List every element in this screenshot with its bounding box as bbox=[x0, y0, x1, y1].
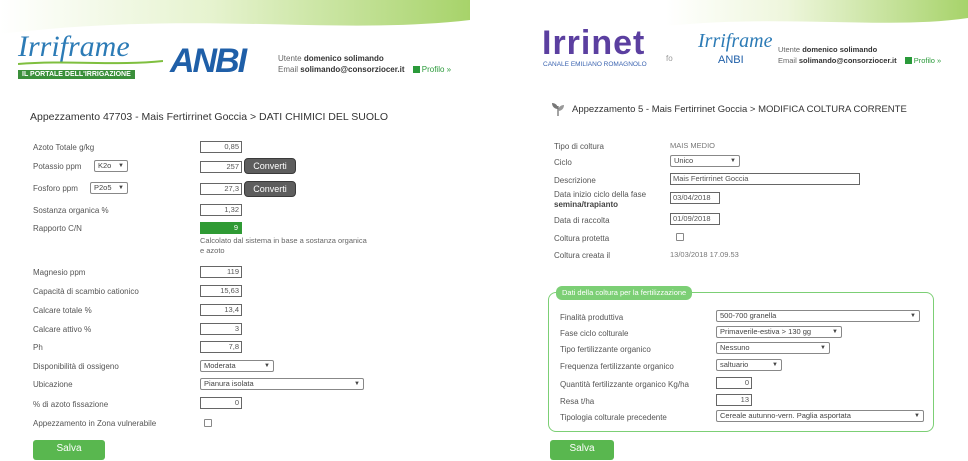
quantita-input[interactable]: 0 bbox=[716, 377, 752, 389]
user-name: domenico solimando bbox=[802, 45, 878, 54]
tipo-coltura-label: Tipo di coltura bbox=[554, 142, 604, 151]
save-button[interactable]: Salva bbox=[550, 440, 614, 460]
ossigeno-select[interactable]: Moderata ▼ bbox=[200, 360, 274, 372]
ubicazione-select[interactable]: Pianura isolata ▼ bbox=[200, 378, 364, 390]
chevron-down-icon: ▼ bbox=[914, 413, 920, 419]
page-title: Appezzamento 47703 - Mais Fertirrinet Go… bbox=[30, 111, 388, 123]
potassio-label: Potassio ppm bbox=[33, 162, 82, 171]
right-screen: Irrinet CANALE EMILIANO ROMAGNOLO fo Irr… bbox=[486, 0, 968, 461]
magnesio-input[interactable]: 119 bbox=[200, 266, 242, 278]
capacita-input[interactable]: 15,63 bbox=[200, 285, 242, 297]
fosforo-label: Fosforo ppm bbox=[33, 184, 78, 193]
logo-swoosh bbox=[18, 60, 163, 65]
potassio-input[interactable]: 257 bbox=[200, 161, 242, 173]
data-inizio-sublabel: semina/trapianto bbox=[554, 200, 619, 209]
chevron-down-icon: ▼ bbox=[772, 362, 778, 368]
tipo-coltura-value: MAIS MEDIO bbox=[670, 141, 716, 150]
finalita-select[interactable]: 500-700 granella ▼ bbox=[716, 310, 920, 322]
frequenza-label: Frequenza fertilizzante organico bbox=[560, 362, 674, 371]
descrizione-label: Descrizione bbox=[554, 176, 596, 185]
irriframe-logo: Irriframe bbox=[698, 30, 773, 52]
fosforo-input[interactable]: 27,3 bbox=[200, 183, 242, 195]
resa-label: Resa t/ha bbox=[560, 397, 595, 406]
user-info: Utente domenico solimando Email solimand… bbox=[778, 45, 942, 65]
irriframe-logo: Irriframe bbox=[18, 30, 130, 63]
irrinet-logo: Irrinet bbox=[542, 24, 646, 62]
calcare-totale-input[interactable]: 13,4 bbox=[200, 304, 242, 316]
data-raccolta-input[interactable]: 01/09/2018 bbox=[670, 213, 720, 225]
converti-potassio-button[interactable]: Converti bbox=[244, 158, 296, 174]
ciclo-label: Ciclo bbox=[554, 158, 572, 167]
profile-link[interactable]: Profilo » bbox=[904, 56, 941, 65]
left-screen: Irriframe IL PORTALE DELL'IRRIGAZIONE AN… bbox=[0, 0, 470, 461]
chevron-down-icon: ▼ bbox=[264, 363, 270, 369]
fase-select[interactable]: Primaverile-estiva > 130 gg ▼ bbox=[716, 326, 842, 338]
page-title: Appezzamento 5 - Mais Fertirrinet Goccia… bbox=[572, 104, 907, 115]
zona-vulnerabile-checkbox[interactable] bbox=[204, 419, 212, 427]
anbi-logo: ANBI bbox=[170, 42, 247, 80]
user-email: solimando@consorziocer.it bbox=[798, 56, 897, 65]
chevron-down-icon: ▼ bbox=[730, 158, 736, 164]
rapporto-label: Rapporto C/N bbox=[33, 224, 82, 233]
capacita-label: Capacità di scambio cationico bbox=[33, 287, 139, 296]
chevron-down-icon: ▼ bbox=[820, 345, 826, 351]
profile-icon bbox=[412, 66, 420, 73]
coltura-creata-value: 13/03/2018 17.09.53 bbox=[670, 250, 739, 259]
user-email: solimando@consorziocer.it bbox=[300, 65, 405, 74]
leaf-icon bbox=[552, 103, 564, 116]
ph-input[interactable]: 7,8 bbox=[200, 341, 242, 353]
ossigeno-label: Disponibilità di ossigeno bbox=[33, 362, 119, 371]
chevron-down-icon: ▼ bbox=[354, 381, 360, 387]
logo-tagline: IL PORTALE DELL'IRRIGAZIONE bbox=[18, 70, 135, 79]
ph-label: Ph bbox=[33, 343, 43, 352]
by-text: fo bbox=[666, 54, 673, 63]
sostanza-label: Sostanza organica % bbox=[33, 206, 109, 215]
azoto-fissazione-label: % di azoto fissazione bbox=[33, 400, 109, 409]
chevron-down-icon: ▼ bbox=[118, 185, 124, 191]
data-inizio-input[interactable]: 03/04/2018 bbox=[670, 192, 720, 204]
tipologia-label: Tipologia colturale precedente bbox=[560, 413, 667, 422]
chevron-down-icon: ▼ bbox=[118, 163, 124, 169]
converti-fosforo-button[interactable]: Converti bbox=[244, 181, 296, 197]
save-button[interactable]: Salva bbox=[33, 440, 105, 460]
rapporto-value-bar: 9 bbox=[200, 222, 242, 234]
fertilizzazione-legend: Dati della coltura per la fertilizzazion… bbox=[556, 286, 693, 300]
azoto-input[interactable]: 0,85 bbox=[200, 141, 242, 153]
fase-label: Fase ciclo colturale bbox=[560, 329, 629, 338]
user-info: Utente domenico solimando Email solimand… bbox=[278, 54, 452, 74]
user-name: domenico solimando bbox=[303, 54, 384, 63]
quantita-label: Quantità fertilizzante organico Kg/ha bbox=[560, 380, 689, 389]
fosforo-unit-select[interactable]: P2o5 ▼ bbox=[90, 182, 128, 194]
descrizione-input[interactable]: Mais Fertirrinet Goccia bbox=[670, 173, 860, 185]
azoto-fissazione-input[interactable]: 0 bbox=[200, 397, 242, 409]
profile-link[interactable]: Profilo » bbox=[412, 65, 451, 74]
magnesio-label: Magnesio ppm bbox=[33, 268, 86, 277]
ubicazione-label: Ubicazione bbox=[33, 380, 73, 389]
chevron-down-icon: ▼ bbox=[832, 329, 838, 335]
data-raccolta-label: Data di raccolta bbox=[554, 216, 610, 225]
frequenza-select[interactable]: saltuario ▼ bbox=[716, 359, 782, 371]
coltura-protetta-label: Coltura protetta bbox=[554, 234, 610, 243]
irrinet-tagline: CANALE EMILIANO ROMAGNOLO bbox=[543, 61, 647, 68]
calcare-attivo-input[interactable]: 3 bbox=[200, 323, 242, 335]
tipo-fertilizzante-label: Tipo fertilizzante organico bbox=[560, 345, 651, 354]
rapporto-note: Calcolato dal sistema in base a sostanza… bbox=[200, 236, 367, 255]
tipo-fertilizzante-select[interactable]: Nessuno ▼ bbox=[716, 342, 830, 354]
coltura-creata-label: Coltura creata il bbox=[554, 251, 611, 260]
zona-vulnerabile-label: Appezzamento in Zona vulnerabile bbox=[33, 419, 157, 428]
tipologia-select[interactable]: Cereale autunno-vern. Paglia asportata ▼ bbox=[716, 410, 924, 422]
potassio-unit-select[interactable]: K2o ▼ bbox=[94, 160, 128, 172]
anbi-logo: ANBI bbox=[718, 54, 744, 66]
ciclo-select[interactable]: Unico ▼ bbox=[670, 155, 740, 167]
coltura-protetta-checkbox[interactable] bbox=[676, 233, 684, 241]
resa-input[interactable]: 13 bbox=[716, 394, 752, 406]
calcare-attivo-label: Calcare attivo % bbox=[33, 325, 92, 334]
finalita-label: Finalità produttiva bbox=[560, 313, 624, 322]
azoto-label: Azoto Totale g/kg bbox=[33, 143, 95, 152]
calcare-totale-label: Calcare totale % bbox=[33, 306, 92, 315]
chevron-down-icon: ▼ bbox=[910, 313, 916, 319]
sostanza-input[interactable]: 1,32 bbox=[200, 204, 242, 216]
profile-icon bbox=[904, 57, 912, 64]
